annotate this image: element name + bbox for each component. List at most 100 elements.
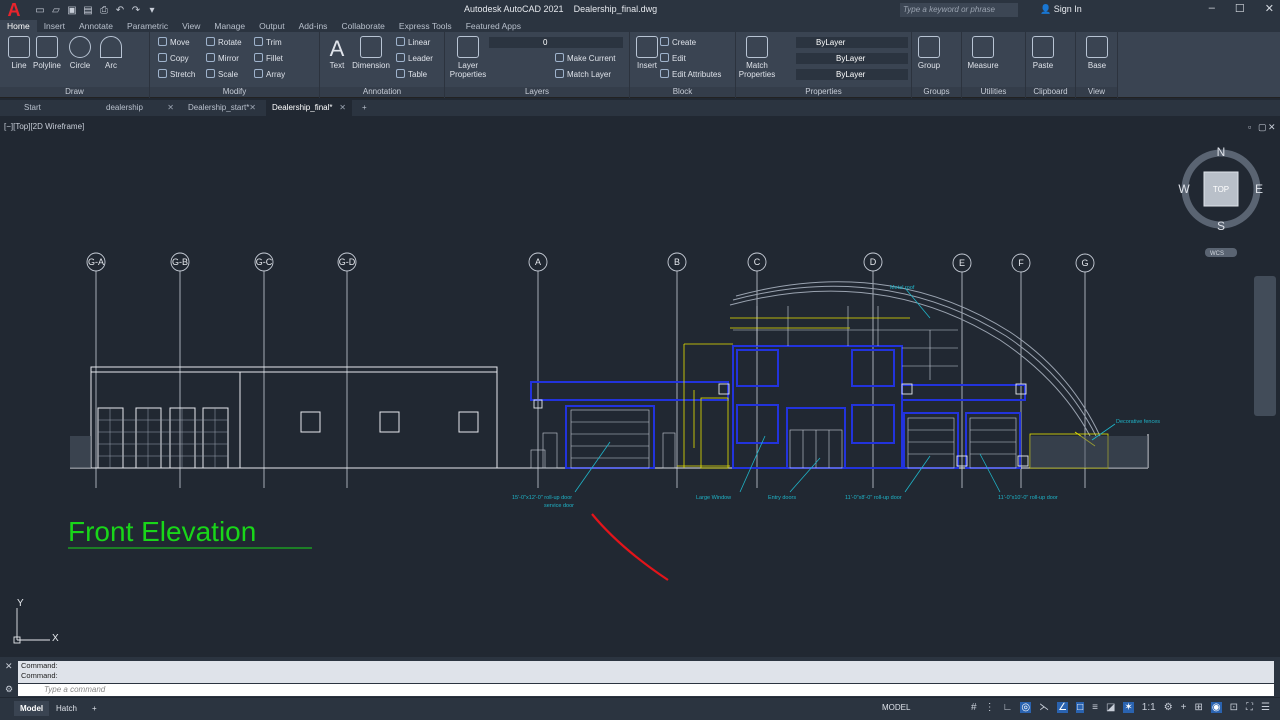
tab-annotate[interactable]: Annotate bbox=[72, 20, 120, 32]
circle-button[interactable]: Circle bbox=[63, 36, 97, 70]
search-input[interactable]: Type a keyword or phrase bbox=[900, 3, 1018, 17]
minimize-icon[interactable]: – bbox=[1209, 2, 1215, 15]
close-tab-icon[interactable]: ✕ bbox=[339, 100, 346, 116]
doc-tab-dealership-start[interactable]: Dealership_start* ✕ bbox=[182, 100, 262, 116]
arc-button[interactable]: Arc bbox=[94, 36, 128, 70]
vp-restore-icon[interactable]: ▫ bbox=[1248, 122, 1251, 132]
insert-button[interactable]: Insert bbox=[630, 36, 664, 70]
clipboard-panel-title[interactable]: Clipboard bbox=[1026, 87, 1075, 97]
move-button[interactable]: Move bbox=[158, 37, 190, 49]
base-button[interactable]: Base bbox=[1080, 36, 1114, 70]
tab-insert[interactable]: Insert bbox=[37, 20, 72, 32]
model-space-label[interactable]: MODEL bbox=[882, 703, 910, 712]
transparency-icon[interactable]: ◪ bbox=[1106, 702, 1115, 713]
utilities-panel-title[interactable]: Utilities bbox=[962, 87, 1025, 97]
copy-button[interactable]: Copy bbox=[158, 53, 189, 65]
polyline-button[interactable]: Polyline bbox=[30, 36, 64, 70]
match-properties-button[interactable]: Match Properties bbox=[738, 36, 776, 79]
save-icon[interactable]: ▣ bbox=[66, 5, 78, 16]
clean-screen-icon[interactable]: ⛶ bbox=[1246, 702, 1253, 713]
view-panel-title[interactable]: View bbox=[1076, 87, 1117, 97]
leader-button[interactable]: Leader bbox=[396, 53, 433, 65]
groups-panel-title[interactable]: Groups bbox=[912, 87, 961, 97]
plot-icon[interactable]: ⎙ bbox=[98, 5, 110, 16]
layer-dropdown[interactable]: 0 bbox=[489, 37, 623, 48]
tab-express-tools[interactable]: Express Tools bbox=[392, 20, 459, 32]
group-button[interactable]: Group bbox=[912, 36, 946, 70]
object-snap-icon[interactable]: □ bbox=[1076, 702, 1085, 713]
compass-s[interactable]: S bbox=[1217, 219, 1225, 233]
lineweight-dropdown[interactable]: ByLayer bbox=[796, 69, 908, 80]
make-current-button[interactable]: Make Current bbox=[555, 53, 615, 65]
workspace-gear-icon[interactable]: ⚙ bbox=[1164, 702, 1173, 713]
tab-view[interactable]: View bbox=[175, 20, 207, 32]
annotation-scale-label[interactable]: 1:1 bbox=[1142, 702, 1156, 713]
tab-parametric[interactable]: Parametric bbox=[120, 20, 175, 32]
new-icon[interactable]: ▭ bbox=[34, 5, 46, 16]
doc-tab-dealership-final[interactable]: Dealership_final* ✕ bbox=[266, 100, 352, 116]
lineweight-icon[interactable]: ≡ bbox=[1092, 702, 1098, 713]
isolate-objects-icon[interactable]: ◉ bbox=[1210, 702, 1222, 713]
layers-panel-title[interactable]: Layers bbox=[445, 87, 629, 97]
annotation-visibility-icon[interactable]: ✶ bbox=[1123, 702, 1134, 713]
edit-block-button[interactable]: Edit bbox=[660, 53, 686, 65]
layer-properties-button[interactable]: Layer Properties bbox=[449, 36, 487, 79]
close-tab-icon[interactable]: ✕ bbox=[167, 100, 174, 116]
annotation-panel-title[interactable]: Annotation bbox=[320, 87, 444, 97]
edit-attributes-button[interactable]: Edit Attributes bbox=[660, 69, 721, 81]
drawing-canvas[interactable]: [−][Top][2D Wireframe] G-A G-B G-C G-D A… bbox=[0, 118, 1280, 655]
open-icon[interactable]: ▱ bbox=[50, 5, 62, 16]
fillet-button[interactable]: Fillet bbox=[254, 53, 283, 65]
trim-button[interactable]: Trim bbox=[254, 37, 282, 49]
compass-e[interactable]: E bbox=[1255, 182, 1263, 196]
create-block-button[interactable]: Create bbox=[660, 37, 696, 49]
ortho-icon[interactable]: ∟ bbox=[1003, 702, 1013, 713]
doc-tab-dealership[interactable]: dealership ✕ bbox=[100, 100, 180, 116]
tab-manage[interactable]: Manage bbox=[207, 20, 252, 32]
color-dropdown[interactable]: ByLayer bbox=[796, 37, 908, 48]
compass-w[interactable]: W bbox=[1178, 182, 1190, 196]
block-panel-title[interactable]: Block bbox=[630, 87, 735, 97]
hardware-acceleration-icon[interactable]: ⊡ bbox=[1230, 702, 1238, 713]
tab-output[interactable]: Output bbox=[252, 20, 292, 32]
tab-home[interactable]: Home bbox=[0, 20, 37, 32]
vp-maximize-icon[interactable]: ▢ bbox=[1258, 122, 1267, 132]
object-snap-tracking-icon[interactable]: ∠ bbox=[1057, 702, 1069, 713]
customize-icon[interactable]: ▾ bbox=[146, 5, 158, 16]
dimension-button[interactable]: Dimension bbox=[351, 36, 391, 70]
annotation-monitor-icon[interactable]: + bbox=[1181, 702, 1187, 713]
stretch-button[interactable]: Stretch bbox=[158, 69, 195, 81]
tab-add-ins[interactable]: Add-ins bbox=[292, 20, 335, 32]
linetype-dropdown[interactable]: ByLayer bbox=[796, 53, 908, 64]
tab-model[interactable]: Model bbox=[14, 701, 50, 716]
linear-button[interactable]: Linear bbox=[396, 37, 430, 49]
viewcube[interactable]: TOP N S E W WCS bbox=[1178, 145, 1263, 257]
array-button[interactable]: Array bbox=[254, 69, 285, 81]
redo-icon[interactable]: ↷ bbox=[130, 5, 142, 16]
isodraft-icon[interactable]: ⋋ bbox=[1039, 702, 1049, 713]
draw-panel-title[interactable]: Draw bbox=[0, 87, 149, 97]
match-layer-button[interactable]: Match Layer bbox=[555, 69, 611, 81]
close-tab-icon[interactable]: ✕ bbox=[249, 100, 256, 116]
vp-close-icon[interactable]: ✕ bbox=[1268, 122, 1276, 132]
compass-n[interactable]: N bbox=[1217, 145, 1226, 159]
customize-status-icon[interactable]: ☰ bbox=[1261, 702, 1270, 713]
mirror-button[interactable]: Mirror bbox=[206, 53, 239, 65]
table-button[interactable]: Table bbox=[396, 69, 427, 81]
autocad-logo-icon[interactable]: A bbox=[0, 0, 28, 20]
close-icon[interactable]: ✕ bbox=[1265, 2, 1274, 15]
text-button[interactable]: A Text bbox=[320, 36, 354, 70]
command-input[interactable]: Type a command bbox=[18, 684, 1274, 696]
wrench-icon[interactable]: ⚙ bbox=[5, 684, 13, 695]
properties-panel-title[interactable]: Properties bbox=[736, 87, 911, 97]
save-as-icon[interactable]: ▤ bbox=[82, 5, 94, 16]
command-close-icon[interactable]: ✕ bbox=[5, 661, 13, 672]
modify-panel-title[interactable]: Modify bbox=[150, 87, 319, 97]
paste-button[interactable]: Paste bbox=[1026, 36, 1060, 70]
add-layout-button[interactable]: + bbox=[86, 701, 103, 716]
snap-icon[interactable]: ⋮ bbox=[985, 702, 995, 713]
tab-hatch[interactable]: Hatch bbox=[50, 701, 83, 716]
undo-icon[interactable]: ↶ bbox=[114, 5, 126, 16]
measure-button[interactable]: Measure bbox=[964, 36, 1002, 70]
maximize-icon[interactable]: ☐ bbox=[1235, 2, 1245, 15]
